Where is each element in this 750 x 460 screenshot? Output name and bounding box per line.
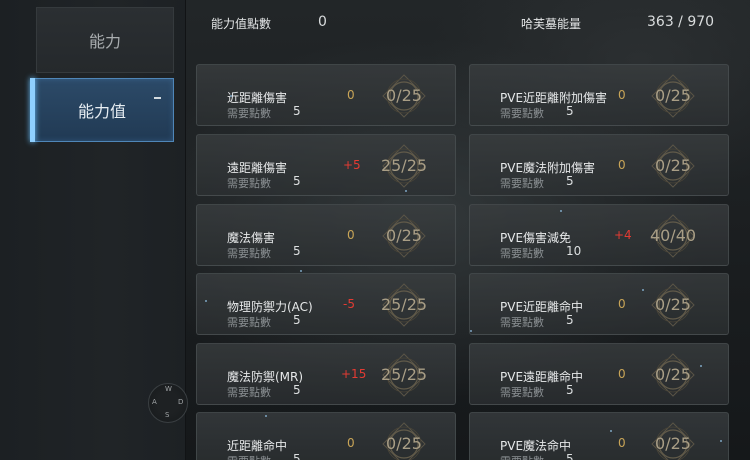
stat-card[interactable]: PVE遠距離命中 需要點數 5 0 0/25 <box>469 343 729 405</box>
stat-card[interactable]: PVE近距離命中 需要點數 5 0 0/25 <box>469 273 729 335</box>
compass-s: S <box>165 411 170 419</box>
spark <box>405 190 407 192</box>
stat-level: 0/25 <box>655 295 691 314</box>
stat-bonus: 0 <box>347 88 355 102</box>
stat-name: 近距離命中 <box>227 439 288 453</box>
stat-level: 25/25 <box>380 156 428 175</box>
stat-level: 25/25 <box>380 365 428 384</box>
stat-bonus: 0 <box>618 88 626 102</box>
spark <box>205 300 207 302</box>
stat-card[interactable]: 魔法防禦(MR) 需要點數 5 +15 25/25 <box>196 343 456 405</box>
stat-level: 40/40 <box>649 226 697 245</box>
spark <box>720 440 722 442</box>
energy-value: 363 / 970 <box>647 14 715 30</box>
required-points-value: 10 <box>566 244 582 258</box>
required-points-value: 5 <box>293 174 301 188</box>
required-points-label: 需要點數 <box>500 107 544 120</box>
stat-card[interactable]: 近距離傷害需要點數 5 0 0/25 <box>196 64 456 126</box>
stat-level: 0/25 <box>386 226 422 245</box>
stat-card[interactable]: 魔法傷害需要點數 5 0 0/25 <box>196 204 456 266</box>
spark <box>300 270 302 272</box>
minus-icon <box>154 97 161 99</box>
compass-widget: W A D S <box>148 383 188 423</box>
tab-abilities[interactable]: 能力 <box>36 7 174 73</box>
compass-w: W <box>165 385 172 393</box>
tab-stats[interactable]: 能力值 <box>30 78 174 142</box>
required-points-value: 5 <box>293 104 301 118</box>
required-points-label: 需要點數 <box>227 177 271 190</box>
stat-level: 0/25 <box>655 156 691 175</box>
required-points-value: 5 <box>293 313 301 327</box>
required-points-value: 5 <box>566 104 574 118</box>
stat-name: 魔法傷害 <box>227 231 276 245</box>
stat-level: 0/25 <box>655 434 691 453</box>
stat-name: PVE近距離附加傷害 <box>500 91 608 105</box>
sidebar: 能力 能力值 W A D S <box>0 0 188 460</box>
stat-level: 0/25 <box>386 434 422 453</box>
points-label: 能力值點數 <box>211 17 272 31</box>
spark <box>560 210 562 212</box>
stat-name: 魔法防禦(MR) <box>227 370 304 384</box>
stat-bonus: +5 <box>343 158 361 172</box>
compass-a: A <box>152 398 157 406</box>
stat-bonus: 0 <box>618 436 626 450</box>
stat-level: 0/25 <box>386 86 422 105</box>
stat-name: 近距離傷害 <box>227 91 288 105</box>
spark <box>470 330 472 332</box>
stat-bonus: +15 <box>341 367 367 381</box>
stat-name: PVE魔法附加傷害 <box>500 161 596 175</box>
spark <box>610 430 612 432</box>
required-points-value: 5 <box>566 383 574 397</box>
stat-bonus: 0 <box>347 436 355 450</box>
game-window: 能力 能力值 W A D S 能力值點數 0 哈芙墓能量 363 / 970 近… <box>0 0 750 460</box>
stat-name: PVE魔法命中 <box>500 439 572 453</box>
stat-card[interactable]: 遠距離傷害需要點數 5 +5 25/25 <box>196 134 456 196</box>
stat-level: 0/25 <box>655 86 691 105</box>
stat-bonus: +4 <box>614 228 632 242</box>
stat-card[interactable]: 物理防禦力(AC) 需要點數 5 -5 25/25 <box>196 273 456 335</box>
compass-d: D <box>178 398 184 406</box>
required-points-label: 需要點數 <box>500 247 544 260</box>
stat-card[interactable]: PVE近距離附加傷害 需要點數 5 0 0/25 <box>469 64 729 126</box>
stat-bonus: 0 <box>618 158 626 172</box>
required-points-value: 5 <box>293 244 301 258</box>
required-points-label: 需要點數 <box>500 453 544 460</box>
stat-level: 25/25 <box>380 295 428 314</box>
tab-abilities-label: 能力 <box>88 32 121 51</box>
stat-card[interactable]: PVE傷害減免 需要點數 10 +4 40/40 <box>469 204 729 266</box>
required-points-value: 5 <box>293 452 301 460</box>
required-points-label: 需要點數 <box>227 453 271 460</box>
required-points-label: 需要點數 <box>227 107 271 120</box>
required-points-value: 5 <box>566 452 574 460</box>
stat-card[interactable]: 近距離命中需要點數 5 0 0/25 <box>196 412 456 460</box>
required-points-label: 需要點數 <box>500 316 544 329</box>
stat-level: 0/25 <box>655 365 691 384</box>
stat-name: 遠距離傷害 <box>227 161 288 175</box>
stat-bonus: -5 <box>343 297 355 311</box>
points-value: 0 <box>318 14 327 30</box>
stat-bonus: 0 <box>347 228 355 242</box>
required-points-value: 5 <box>566 174 574 188</box>
required-points-value: 5 <box>566 313 574 327</box>
required-points-label: 需要點數 <box>227 316 271 329</box>
required-points-label: 需要點數 <box>227 247 271 260</box>
required-points-label: 需要點數 <box>227 386 271 399</box>
stat-card[interactable]: PVE魔法命中需要點數 5 0 0/25 <box>469 412 729 460</box>
spark <box>230 95 232 97</box>
tab-stats-label: 能力值 <box>77 102 126 121</box>
required-points-label: 需要點數 <box>500 386 544 399</box>
required-points-value: 5 <box>293 383 301 397</box>
spark <box>642 289 644 291</box>
required-points-label: 需要點數 <box>500 177 544 190</box>
stat-card[interactable]: PVE魔法附加傷害 需要點數 5 0 0/25 <box>469 134 729 196</box>
stat-bonus: 0 <box>618 367 626 381</box>
spark <box>265 415 267 417</box>
stat-bonus: 0 <box>618 297 626 311</box>
stat-name: PVE傷害減免 <box>500 231 572 245</box>
energy-label: 哈芙墓能量 <box>521 17 582 31</box>
